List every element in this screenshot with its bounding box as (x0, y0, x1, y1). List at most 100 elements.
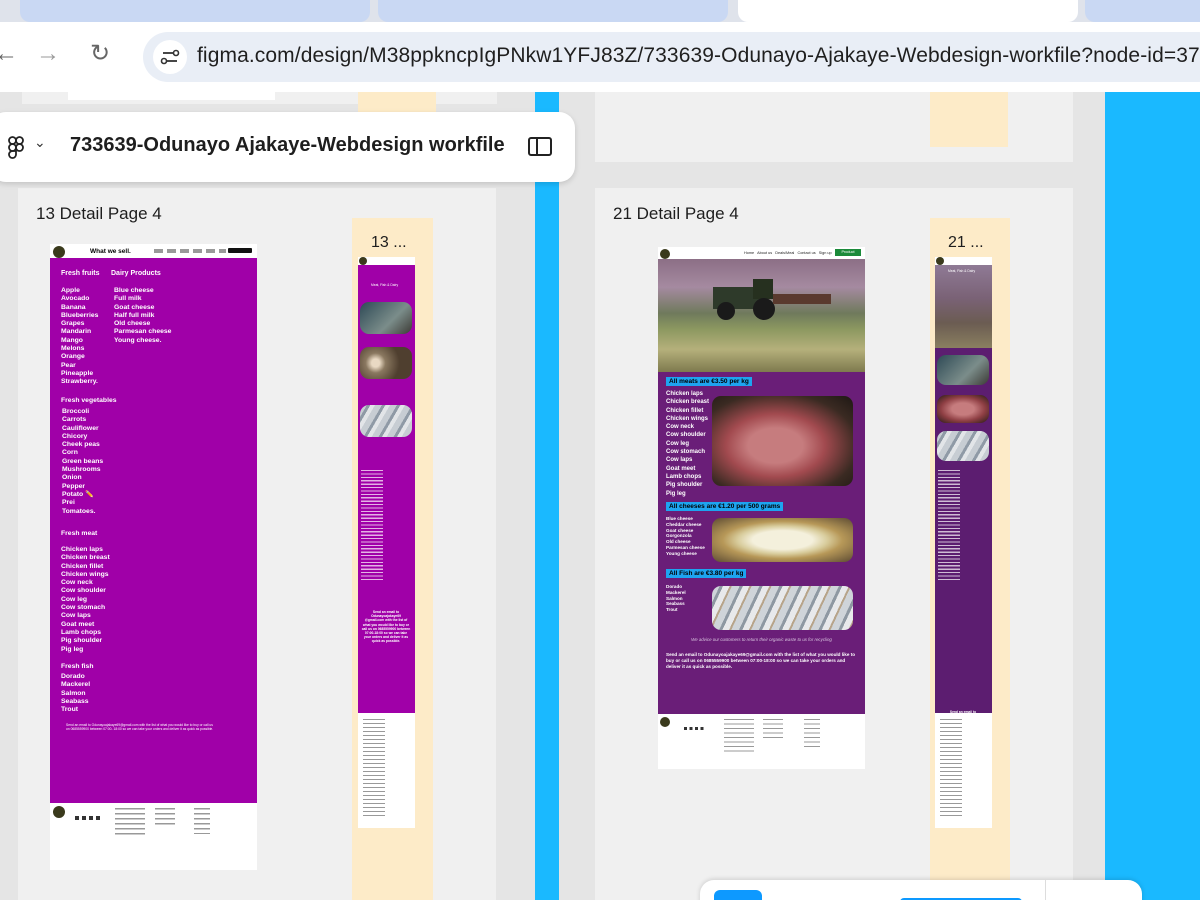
list-item: Cow laps (61, 612, 91, 620)
list-item: Cow neck (666, 424, 695, 431)
list-item: Pig shoulder (61, 637, 103, 645)
strip-photo-hands (937, 355, 989, 385)
back-icon[interactable]: ← (0, 42, 18, 66)
canvas-cyan-band (1105, 92, 1200, 900)
list-item: Tomatoes. (62, 507, 96, 515)
strip-text-lines (361, 470, 383, 580)
list-item: Parmesan cheese (666, 544, 705, 550)
list-item: Chicken wings (666, 415, 709, 422)
footer-col-1 (724, 719, 754, 755)
list-item: Chicken breast (61, 554, 110, 562)
list-item: Trout (666, 607, 678, 613)
nav-link-about: About us (757, 251, 773, 255)
list-item: Cauliflower (62, 424, 99, 432)
list-item: Cheddar cheese (666, 521, 702, 527)
list-item: Mackerel (61, 681, 91, 689)
footer-col-2 (155, 808, 175, 826)
list-item: Salmon (61, 689, 86, 697)
list-item: Banana (61, 303, 86, 311)
list-item: Old cheese (114, 320, 151, 328)
content-panel: Fresh fruits Dairy Products Apple Avocad… (50, 258, 257, 803)
advice-text: We advice our customers to return their … (691, 637, 832, 642)
meat-header: Fresh meat (61, 530, 98, 537)
figma-canvas[interactable]: 13 Detail Page 4 What we sell. Fresh fru… (0, 92, 1200, 900)
browser-tab[interactable] (378, 0, 728, 22)
list-item: Half full milk (114, 311, 155, 319)
figma-logo-icon[interactable] (6, 136, 26, 165)
nav-button (228, 248, 252, 253)
list-item: Full milk (114, 295, 142, 303)
footer-logo (660, 717, 670, 727)
strip-text-lines (938, 470, 960, 580)
browser-tab-active[interactable] (738, 0, 1078, 22)
browser-tab[interactable] (20, 0, 370, 22)
list-item: Pineapple (61, 369, 94, 377)
strip-page-13[interactable]: Meat, Fish & Dairy Send an email to Odun… (358, 257, 415, 828)
forward-icon[interactable]: → (36, 42, 60, 66)
fish-list: Dorado Mackerel Salmon Seabass Trout (61, 673, 90, 714)
list-item: Goat meet (61, 620, 95, 628)
footer-col-3 (804, 719, 820, 749)
tab-strip (0, 0, 1200, 22)
strip-photo-fish (937, 431, 989, 461)
strip-footer-lines (363, 719, 385, 819)
dairy-list: Blue cheese Full milk Goat cheese Half f… (114, 287, 171, 345)
list-item: Blueberries (61, 311, 99, 319)
dairy-header: Dairy Products (111, 270, 161, 277)
strip-label: Meat, Fish & Dairy (948, 269, 976, 273)
fruits-list: Apple Avocado Banana Blueberries Grapes … (61, 287, 98, 387)
page-13-design[interactable]: What we sell. Fresh fruits Dairy Product… (50, 244, 257, 870)
strip-content: Meat, Fish & Dairy Send an email to Odun… (935, 265, 992, 743)
strip-hero (935, 265, 992, 348)
strip-photo-fish (360, 405, 412, 437)
frame-title[interactable]: 21 Detail Page 4 (613, 204, 739, 224)
page-21-design[interactable]: Home About us Deals/Meal Contact us Sign… (658, 247, 865, 769)
list-item: Green beans (62, 457, 104, 465)
sidebar-toggle-icon[interactable] (528, 137, 552, 156)
list-item: Lamb chops (666, 473, 702, 480)
list-item: Mango (61, 336, 83, 344)
strip-footer-lines (940, 719, 962, 819)
figma-bottom-toolbar[interactable] (700, 880, 1142, 900)
list-item: Corn (62, 449, 78, 457)
tractor-icon (713, 279, 831, 320)
strip-content: Meat, Fish & Dairy Send an email to Odun… (358, 265, 415, 713)
list-item: Goat meet (666, 465, 696, 472)
reload-icon[interactable]: ↻ (90, 42, 110, 66)
chevron-down-icon[interactable]: ⌄ (34, 134, 46, 151)
email-note: Send an email to Odunayoajakaye69@gmail.… (66, 723, 214, 732)
frame-partial-page (68, 92, 275, 100)
meats-list: Chicken laps Chicken breast Chicken fill… (666, 390, 709, 498)
list-item: Chicken laps (61, 546, 103, 553)
fish-photo (712, 586, 853, 630)
figma-file-menu[interactable]: ⌄ 733639-Odunayo Ajakaye-Webdesign workf… (0, 112, 575, 182)
list-item: Cow laps (666, 457, 693, 464)
browser-tab[interactable] (1085, 0, 1200, 22)
nav-link-deals: Deals/Meal (775, 251, 795, 255)
site-settings-icon[interactable] (153, 40, 187, 74)
hero-farm-image (658, 259, 865, 372)
strip-photo-mushrooms (360, 347, 412, 379)
nav-link-contact: Contact us (797, 251, 816, 255)
footer-col-2 (763, 719, 783, 739)
strip-label: Meat, Fish & Dairy (371, 283, 399, 287)
frame-strip-title[interactable]: 13 ... (371, 234, 407, 252)
file-name[interactable]: 733639-Odunayo Ajakaye-Webdesign workfil… (70, 134, 505, 157)
address-bar[interactable]: figma.com/design/M38ppkncpIgPNkw1YFJ83Z/… (143, 32, 1200, 82)
list-item: Mackerel (666, 589, 686, 595)
footer-col-1 (115, 808, 145, 838)
frame-strip-title[interactable]: 21 ... (948, 234, 984, 252)
frame-partial-strip (930, 92, 1008, 147)
strip-page-21[interactable]: Meat, Fish & Dairy Send an email to Odun… (935, 257, 992, 828)
list-item: Avocado (61, 295, 90, 303)
list-item: Pig leg (61, 645, 84, 653)
list-item: Orange (61, 353, 85, 361)
frame-title[interactable]: 13 Detail Page 4 (36, 204, 162, 224)
list-item: Grapes (61, 320, 85, 328)
fish-price-label: All Fish are €3.80 per kg (666, 569, 747, 578)
list-item: Young cheese (666, 550, 697, 556)
list-item: Strawberry. (61, 378, 98, 386)
list-item: Prei (62, 499, 75, 507)
move-tool-button[interactable] (714, 890, 762, 900)
list-item: Lamb chops (61, 628, 102, 636)
